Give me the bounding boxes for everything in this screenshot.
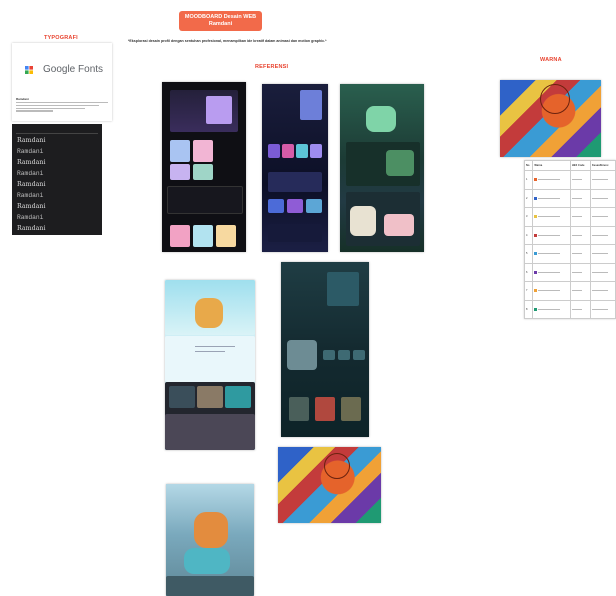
font-row[interactable]: Ramdani <box>17 170 43 177</box>
color-swatch-cell <box>532 299 571 319</box>
color-swatch <box>534 289 538 293</box>
font-sample-label: Ramdani <box>16 97 29 101</box>
color-swatch-cell <box>532 170 571 190</box>
table-row: 7 <box>523 281 616 301</box>
row-number: 8 <box>523 299 534 319</box>
font-panel-toolbar[interactable] <box>16 128 98 134</box>
color-swatch <box>534 178 538 182</box>
font-row[interactable]: Ramdani <box>17 137 45 144</box>
table-row: 5 <box>523 244 616 264</box>
hex-cell <box>569 299 592 319</box>
column-header-hex: HEX Code <box>569 160 592 171</box>
font-row[interactable]: Ramdani <box>17 214 43 221</box>
emotion-cell <box>590 244 616 264</box>
emotion-cell <box>590 299 616 319</box>
emotion-cell <box>590 262 616 282</box>
color-swatch <box>534 215 538 219</box>
reference-image-3d-character[interactable] <box>166 484 254 596</box>
hex-cell <box>569 207 592 227</box>
moodboard-title: MOODBOARD Desain WEB Ramdani <box>179 11 262 31</box>
color-swatch <box>534 307 538 311</box>
table-row: 3 <box>523 207 616 227</box>
font-description-lines <box>16 102 108 112</box>
hex-cell <box>569 281 592 301</box>
font-row[interactable]: Ramdani <box>17 181 45 188</box>
color-swatch-cell <box>532 244 571 264</box>
emotion-cell <box>590 170 616 190</box>
table-row: 8 <box>523 299 616 319</box>
title-line-1: MOODBOARD Desain WEB <box>184 14 257 20</box>
column-header-warna: Warna <box>532 160 571 171</box>
color-palette-image[interactable] <box>500 80 601 157</box>
table-row: 2 <box>523 188 616 208</box>
row-number: 3 <box>523 207 534 227</box>
column-header-no: No <box>523 160 534 171</box>
hex-cell <box>569 262 592 282</box>
row-number: 1 <box>523 170 534 190</box>
emotion-cell <box>590 281 616 301</box>
google-fonts-card[interactable]: Google Fonts Ramdani <box>12 43 112 121</box>
reference-heading: REFERENSI <box>255 64 289 70</box>
hex-cell <box>569 170 592 190</box>
hex-cell <box>569 225 592 245</box>
font-row[interactable]: Ramdani <box>17 203 45 210</box>
emotion-cell <box>590 207 616 227</box>
font-row[interactable]: Ramdani <box>17 225 45 232</box>
row-number: 6 <box>523 262 534 282</box>
color-swatch-cell <box>532 207 571 227</box>
table-row: 6 <box>523 262 616 282</box>
color-heading: WARNA <box>540 57 562 63</box>
typography-heading: TYPOGRAFI <box>44 35 78 41</box>
reference-image-basketball-art[interactable] <box>278 447 381 523</box>
font-row[interactable]: Ramdani <box>17 192 43 199</box>
row-number: 7 <box>523 281 534 301</box>
color-swatch <box>534 233 538 237</box>
reference-image-3d-portfolio[interactable] <box>165 280 255 450</box>
table-row: 4 <box>523 225 616 245</box>
color-swatch <box>534 270 538 274</box>
color-palette-table: No Warna HEX Code Kesan/Emosi 12345678 <box>523 160 616 319</box>
color-swatch-cell <box>532 225 571 245</box>
row-number: 4 <box>523 225 534 245</box>
table-row: 1 <box>523 170 616 190</box>
font-row[interactable]: Ramdani <box>17 148 43 155</box>
reference-image-nft-landing[interactable] <box>162 82 246 252</box>
font-row[interactable]: Ramdani <box>17 159 45 166</box>
font-sample-panel: Ramdani Ramdani Ramdani Ramdani Ramdani … <box>12 124 102 235</box>
emotion-cell <box>590 188 616 208</box>
title-line-2: Ramdani <box>208 21 233 27</box>
color-swatch-cell <box>532 188 571 208</box>
color-swatch-cell <box>532 281 571 301</box>
color-swatch <box>534 252 538 256</box>
color-swatch-cell <box>532 262 571 282</box>
hex-cell <box>569 244 592 264</box>
emotion-cell <box>590 225 616 245</box>
table-header-row: No Warna HEX Code Kesan/Emosi <box>523 160 616 171</box>
moodboard-subtitle: *Eksplorasi desain profil dengan sentuha… <box>128 39 327 43</box>
row-number: 2 <box>523 188 534 208</box>
google-fonts-wordmark: Google Fonts <box>43 64 104 75</box>
color-swatch <box>534 196 538 200</box>
reference-image-game-character[interactable] <box>340 84 424 252</box>
google-fonts-logo-icon <box>25 66 33 74</box>
reference-image-nft-marketplace[interactable] <box>262 84 328 252</box>
hex-cell <box>569 188 592 208</box>
column-header-kesan: Kesan/Emosi <box>590 160 616 171</box>
reference-image-robot-nft[interactable] <box>281 262 369 437</box>
row-number: 5 <box>523 244 534 264</box>
